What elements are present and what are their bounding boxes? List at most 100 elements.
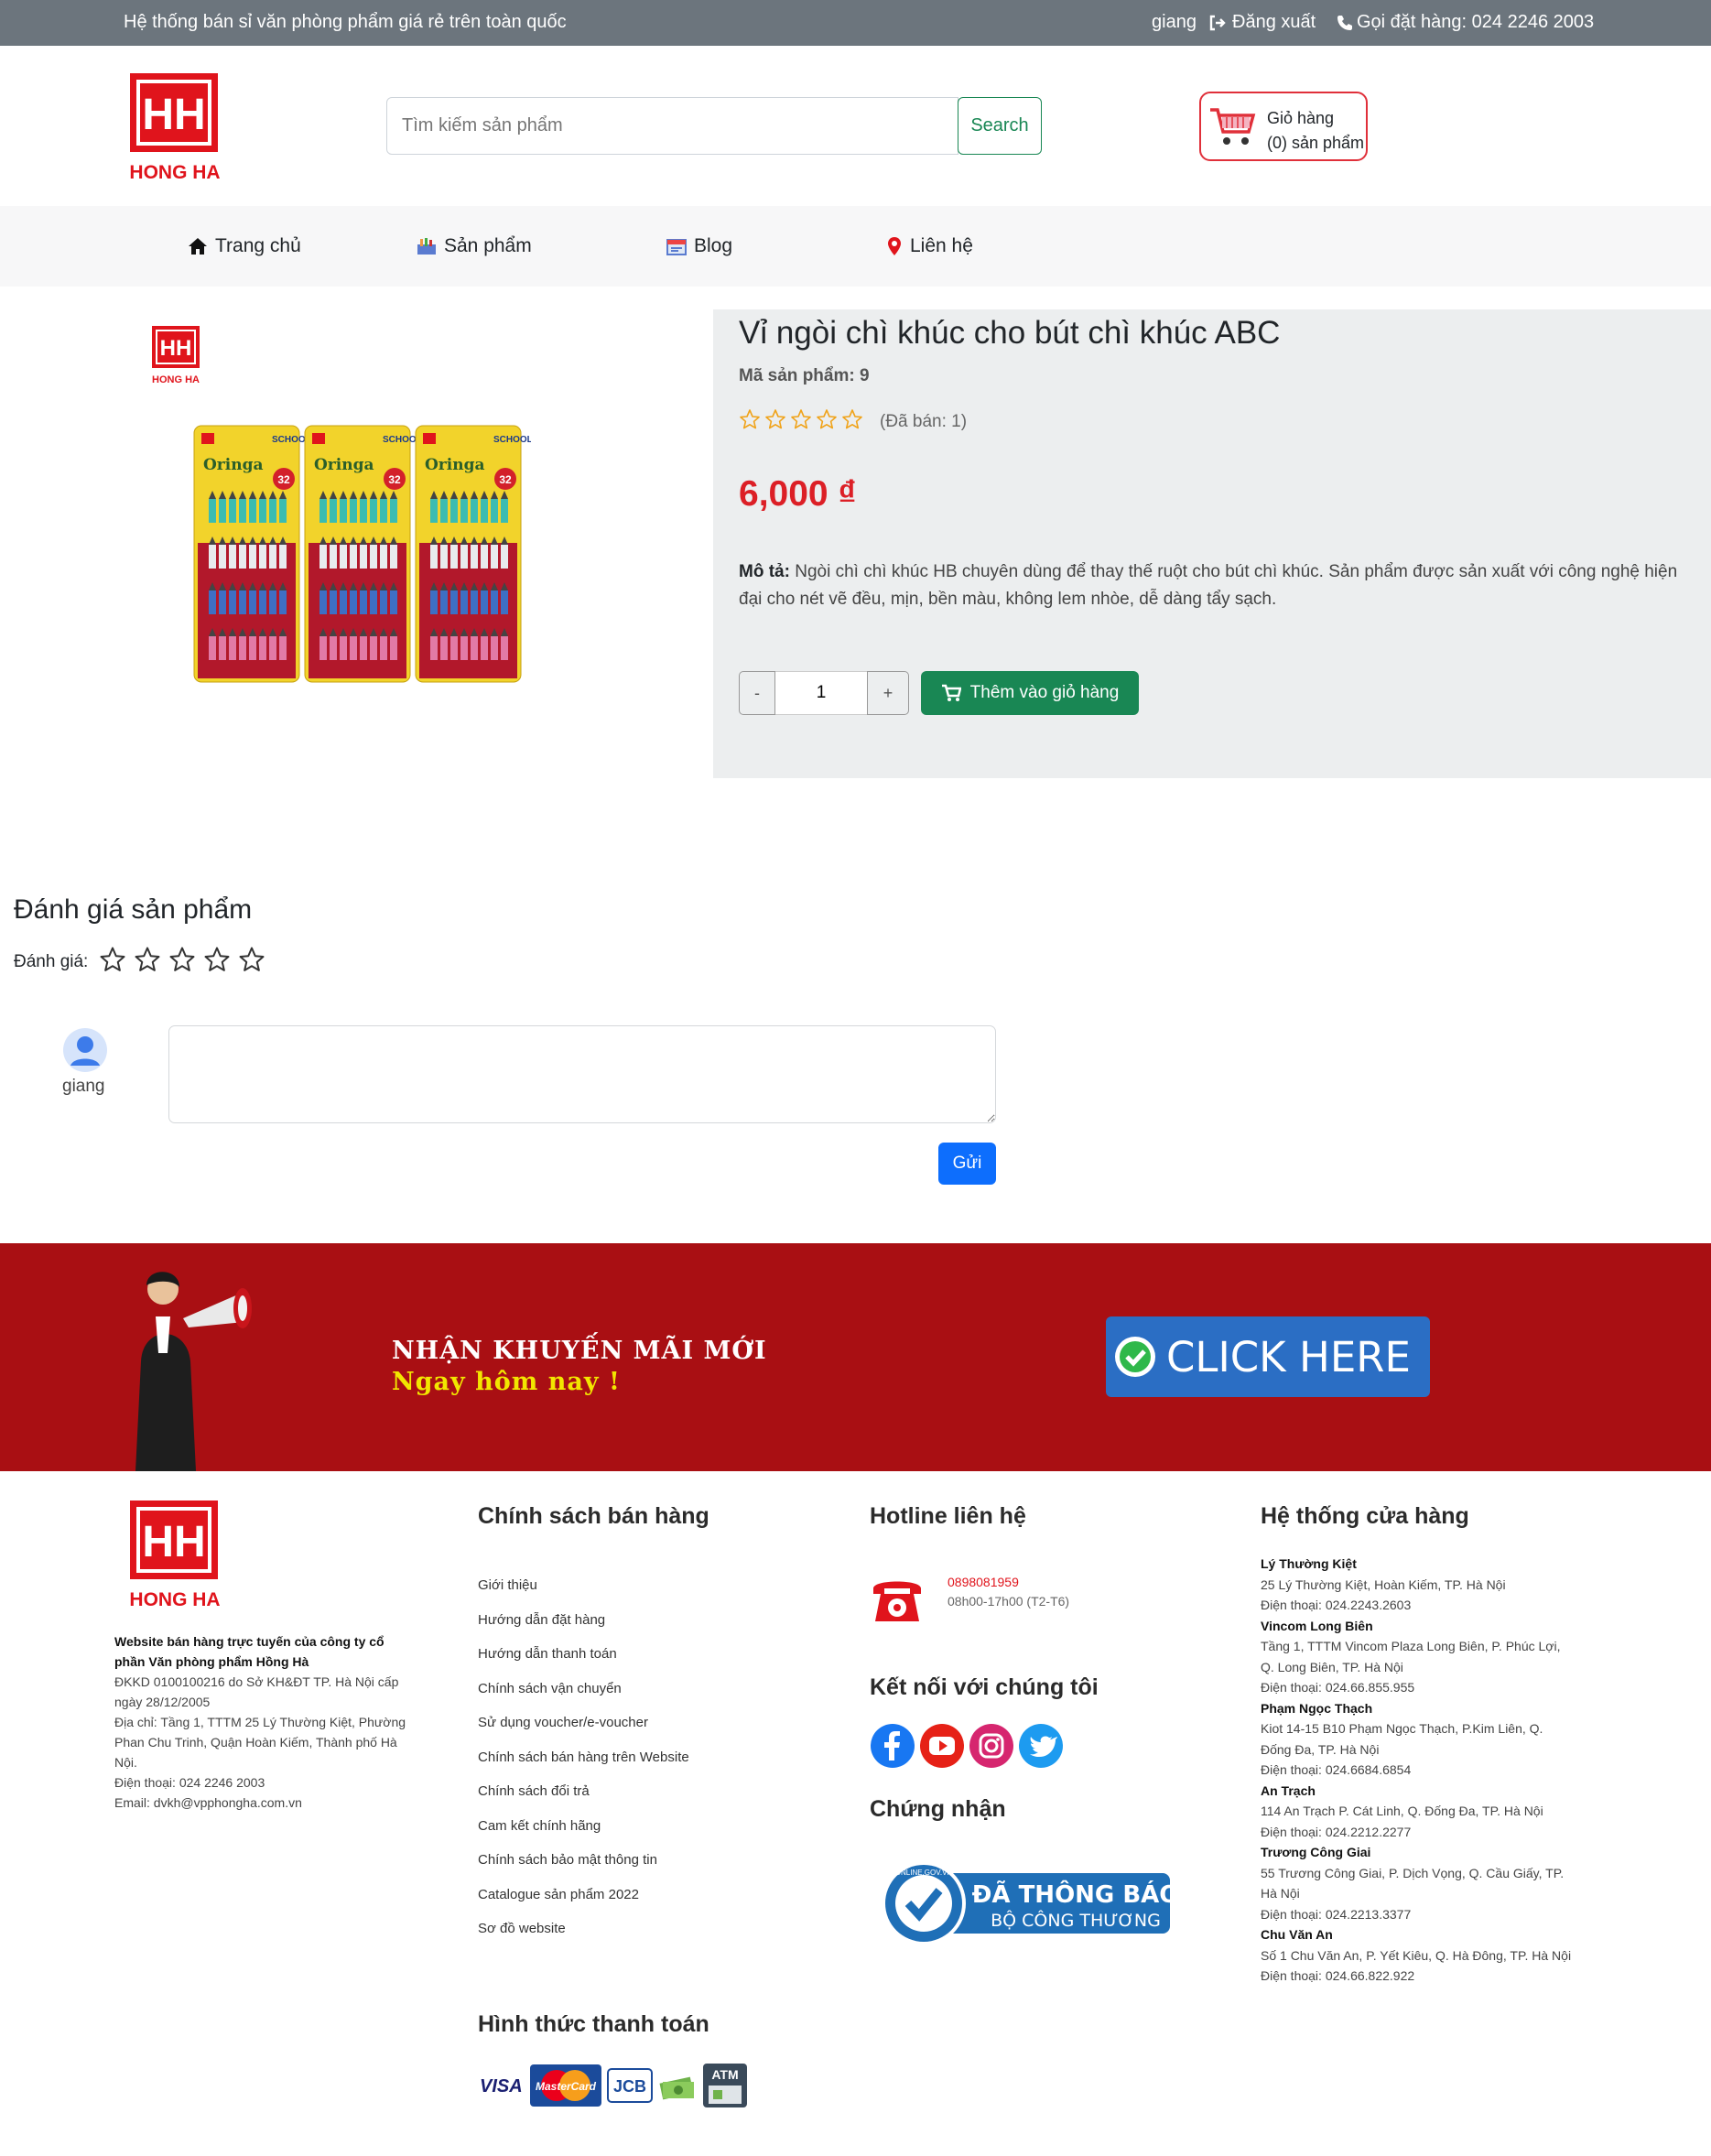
avatar	[62, 1027, 108, 1073]
company-info-line: Điện thoại: 024 2246 2003	[114, 1775, 265, 1790]
payment-methods: VISA MasterCard JCB ATM	[478, 2062, 749, 2109]
click-here-button[interactable]: CLICK HERE	[1106, 1316, 1430, 1397]
phone-icon	[1337, 15, 1352, 30]
description-text: Ngòi chì chì khúc HB chuyên dùng để thay…	[739, 562, 1678, 609]
product-rating: (Đã bán: 1)	[739, 408, 967, 435]
store-item: Trương Công Giai 55 Trương Công Giai, P. …	[1261, 1842, 1576, 1924]
instagram-icon[interactable]	[969, 1723, 1014, 1769]
location-pin-icon	[888, 237, 901, 255]
logout-link[interactable]: Đăng xuất	[1208, 12, 1316, 33]
pencil-lead-card: SCHOOL Oringa 32	[415, 425, 533, 683]
nav-item-products[interactable]: Sản phẩm	[417, 235, 532, 257]
policy-link[interactable]: Hướng dẫn thanh toán	[478, 1646, 617, 1662]
cart-title: Giỏ hàng	[1267, 109, 1335, 127]
star-outline-icon	[764, 408, 786, 435]
nav-label: Liên hệ	[910, 235, 973, 256]
policy-link[interactable]: Hướng dẫn đặt hàng	[478, 1612, 605, 1628]
nav-label: Blog	[694, 235, 733, 256]
review-textarea[interactable]	[168, 1025, 996, 1123]
policy-link[interactable]: Chính sách vận chuyển	[478, 1681, 622, 1696]
company-info: Website bán hàng trực tuyến của công ty …	[114, 1631, 417, 1813]
search-input[interactable]	[386, 97, 958, 155]
promo-banner[interactable]: NHẬN KHUYẾN MÃI MỚI Ngay hôm nay ! CLICK…	[0, 1243, 1711, 1471]
svg-text:BỘ CÔNG THƯƠNG: BỘ CÔNG THƯƠNG	[991, 1909, 1161, 1931]
nav-label: Trang chủ	[215, 235, 301, 256]
check-circle-icon	[1115, 1337, 1155, 1377]
svg-text:VISA: VISA	[480, 2076, 523, 2096]
search-button[interactable]: Search	[958, 97, 1042, 155]
cash-icon	[659, 2076, 694, 2100]
brand-logo[interactable]: HH HONG HA	[122, 71, 232, 183]
store-name: Trương Công Giai	[1261, 1845, 1371, 1859]
store-address: Kiot 14-15 B10 Phạm Ngọc Thạch, P.Kim Li…	[1261, 1721, 1543, 1757]
footer-logo[interactable]: HH HONG HA	[122, 1499, 232, 1610]
svg-text:ĐÃ THÔNG BÁO: ĐÃ THÔNG BÁO	[972, 1880, 1172, 1909]
company-info-line: Địa chỉ: Tầng 1, TTTM 25 Lý Thường Kiệt,…	[114, 1715, 406, 1770]
svg-text:HH: HH	[142, 91, 205, 139]
svg-text:MasterCard: MasterCard	[536, 2080, 597, 2093]
twitter-icon[interactable]	[1018, 1723, 1064, 1769]
quantity-plus-button[interactable]: +	[867, 671, 909, 715]
quantity-input[interactable]	[775, 671, 867, 715]
submit-review-button[interactable]: Gửi	[938, 1143, 996, 1185]
svg-text:Oringa: Oringa	[425, 456, 485, 474]
svg-text:32: 32	[499, 473, 512, 486]
rating-star-icon[interactable]	[168, 946, 196, 978]
top-bar: Hệ thống bán sỉ văn phòng phẩm giá rẻ tr…	[0, 0, 1711, 46]
rating-star-icon[interactable]	[203, 946, 231, 978]
policy-link[interactable]: Giới thiệu	[478, 1577, 537, 1593]
svg-text:HONG HA: HONG HA	[129, 162, 220, 183]
policy-link[interactable]: Catalogue sản phẩm 2022	[478, 1887, 639, 1902]
svg-text:ONLINE.GOV.VN: ONLINE.GOV.VN	[895, 1869, 953, 1877]
store-phone: Điện thoại: 024.2243.2603	[1261, 1598, 1412, 1612]
svg-text:JCB: JCB	[613, 2077, 646, 2096]
rating-star-icon[interactable]	[99, 946, 126, 978]
store-address: Số 1 Chu Văn An, P. Yết Kiêu, Q. Hà Đông…	[1261, 1947, 1572, 1963]
rating-star-icon[interactable]	[134, 946, 161, 978]
svg-text:HONG HA: HONG HA	[152, 374, 200, 385]
policy-link[interactable]: Chính sách bảo mật thông tin	[478, 1852, 657, 1868]
policy-link[interactable]: Sơ đồ website	[478, 1921, 566, 1936]
youtube-icon[interactable]	[919, 1723, 965, 1769]
company-info-line: Email: dvkh@vpphongha.com.vn	[114, 1795, 302, 1810]
svg-text:SCHOOL: SCHOOL	[493, 435, 531, 445]
products-icon	[417, 238, 436, 255]
hotline-link[interactable]: Gọi đặt hàng: 024 2246 2003	[1337, 12, 1594, 33]
policy-link[interactable]: Cam kết chính hãng	[478, 1818, 601, 1834]
policy-link[interactable]: Chính sách bán hàng trên Website	[478, 1750, 689, 1765]
logout-label: Đăng xuất	[1232, 12, 1316, 32]
add-to-cart-button[interactable]: Thêm vào giỏ hàng	[921, 671, 1139, 715]
review-section: Đánh giá sản phẩm Đánh giá: giang Gửi	[0, 870, 1711, 1199]
policy-link[interactable]: Sử dụng voucher/e-voucher	[478, 1715, 648, 1730]
hotline-label: Gọi đặt hàng: 024 2246 2003	[1357, 12, 1595, 32]
store-phone: Điện thoại: 024.66.822.922	[1261, 1968, 1415, 1983]
hotline-hours: 08h00-17h00 (T2-T6)	[948, 1594, 1070, 1609]
bct-certificate-badge[interactable]: ONLINE.GOV.VN ĐÃ THÔNG BÁO BỘ CÔNG THƯƠN…	[881, 1860, 1179, 1946]
payment-heading: Hình thức thanh toán	[478, 2011, 709, 2037]
store-address: Tầng 1, TTTM Vincom Plaza Long Biên, P. …	[1261, 1639, 1561, 1674]
nav-item-home[interactable]: Trang chủ	[188, 235, 301, 257]
click-here-label: CLICK HERE	[1166, 1332, 1411, 1381]
store-phone: Điện thoại: 024.66.855.955	[1261, 1680, 1415, 1695]
svg-text:32: 32	[388, 473, 401, 486]
user-name-link[interactable]: giang	[1152, 12, 1197, 33]
star-outline-icon	[790, 408, 812, 435]
svg-text:Oringa: Oringa	[203, 456, 264, 474]
main-nav: Trang chủ Sản phẩm Blog Liên hệ	[0, 206, 1711, 287]
hotline-number[interactable]: 0898081959	[948, 1575, 1019, 1589]
product-price: 6,000 ₫	[739, 474, 857, 514]
nav-item-blog[interactable]: Blog	[666, 235, 732, 257]
facebook-icon[interactable]	[870, 1723, 915, 1769]
product-info-panel: Vỉ ngòi chì khúc cho bút chì khúc ABC Mã…	[713, 309, 1711, 778]
store-name: Lý Thường Kiệt	[1261, 1556, 1357, 1571]
product-image[interactable]: HH HONG HA SCHOOL Oringa 32 SCHOOL Oringa 32 S…	[146, 320, 533, 687]
svg-text:32: 32	[277, 473, 290, 486]
quantity-minus-button[interactable]: -	[739, 671, 775, 715]
cart-button[interactable]: Giỏ hàng (0) sản phẩm	[1199, 92, 1368, 161]
nav-label: Sản phẩm	[444, 235, 532, 256]
rating-star-icon[interactable]	[238, 946, 265, 978]
nav-item-contact[interactable]: Liên hệ	[886, 235, 973, 257]
store-phone: Điện thoại: 024.6684.6854	[1261, 1762, 1412, 1777]
policy-link[interactable]: Chính sách đổi trả	[478, 1783, 590, 1799]
blog-icon	[666, 239, 687, 255]
